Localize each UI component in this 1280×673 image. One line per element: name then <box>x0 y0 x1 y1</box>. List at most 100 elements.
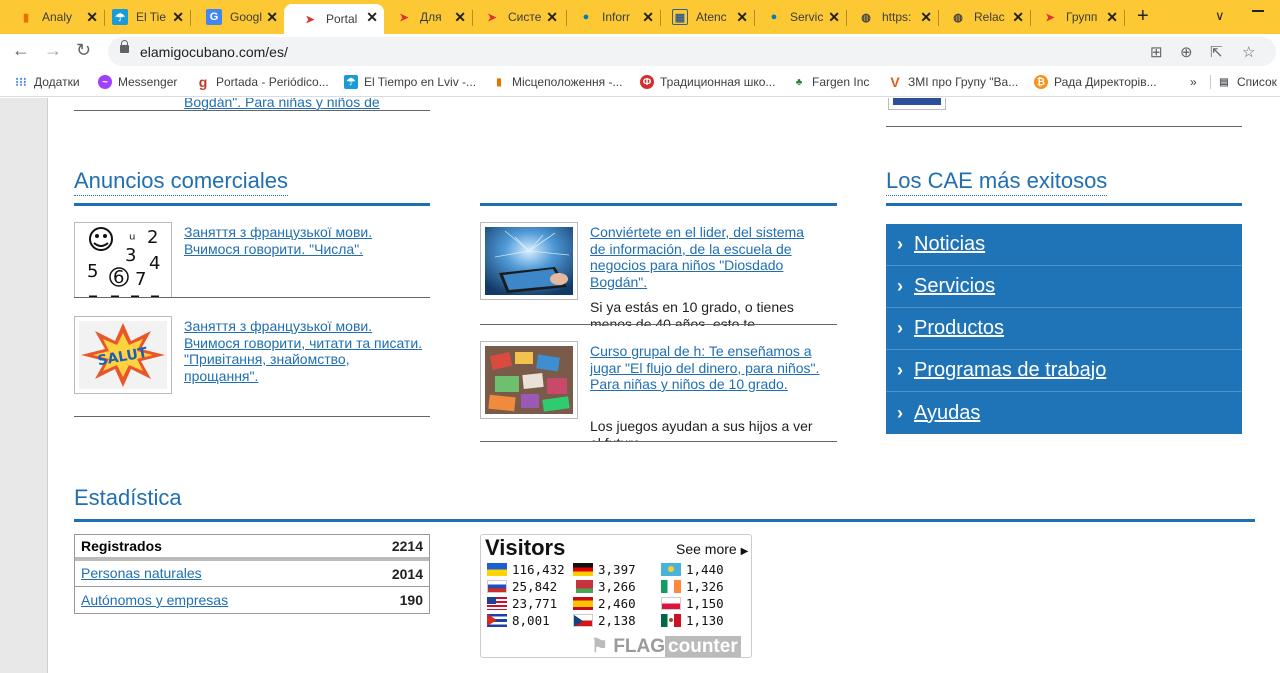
bookmark-el-tiempo[interactable]: ☂ El Tiempo en Lviv -... <box>344 75 476 89</box>
reload-icon[interactable]: ↻ <box>76 40 91 61</box>
close-icon[interactable]: ✕ <box>736 9 748 26</box>
section-rule <box>480 203 837 206</box>
apps-grid-icon: ⁝⁝⁝ <box>15 75 27 89</box>
prev-article-link[interactable]: Bogdán". Para niñas y niños de <box>184 98 380 111</box>
close-icon[interactable]: ✕ <box>642 9 654 26</box>
tab-google[interactable]: G Googl ✕ <box>188 4 284 30</box>
svg-text:4: 4 <box>149 253 160 274</box>
reading-list-icon: ▤ <box>1219 76 1229 88</box>
close-icon[interactable]: ✕ <box>1106 9 1118 26</box>
page-viewport: Bogdán". Para niñas y niños de Anuncios … <box>0 98 1280 673</box>
flag-counter-brand: ⚑ FLAG counter <box>591 635 741 658</box>
board-game-image <box>485 346 573 414</box>
globe-icon: ◍ <box>953 11 963 24</box>
url-text[interactable]: elamigocubano.com/es/ <box>140 44 288 60</box>
bookmark-fargen[interactable]: ♣ Fargen Inc <box>792 75 870 89</box>
close-icon[interactable]: ✕ <box>920 9 932 26</box>
play-triangle-icon: ▶ <box>740 546 749 557</box>
divider <box>480 441 837 442</box>
chevron-right-icon: › <box>897 360 903 380</box>
close-icon[interactable]: ✕ <box>366 9 378 26</box>
prev-thumbnail[interactable] <box>888 98 946 110</box>
tab-https[interactable]: ◍ https: ✕ <box>840 4 938 30</box>
close-icon[interactable]: ✕ <box>172 9 184 26</box>
svg-text:3: 3 <box>125 245 136 266</box>
flag-counter-widget[interactable]: Visitors See more ▶ 116,432 25,842 23,77… <box>480 534 752 658</box>
close-icon[interactable]: ✕ <box>828 9 840 26</box>
flag-counter-entry: 3,397 <box>573 562 636 577</box>
back-arrow-icon[interactable]: ← <box>12 40 30 61</box>
portal-logo-icon: ➤ <box>487 11 497 24</box>
menu-item-productos[interactable]: › Productos <box>886 308 1242 350</box>
cae-menu: › Noticias › Servicios › Productos › Pro… <box>886 224 1242 434</box>
bookmark-location[interactable]: ▮ Місцеположення -... <box>492 75 622 89</box>
ad-link-french-greetings[interactable]: Заняття з французької мови. Вчимося гово… <box>184 318 424 384</box>
chevron-right-icon: › <box>897 402 903 423</box>
tab-servicios[interactable]: ● Servic ✕ <box>748 4 846 30</box>
v-logo-icon: V <box>890 74 900 90</box>
bookmark-star-icon[interactable]: ☆ <box>1242 43 1255 61</box>
reading-list-button[interactable]: ▤ Список <box>1210 75 1277 89</box>
table-row: Autónomos y empresas 190 <box>81 591 423 608</box>
analytics-icon: ▮ <box>22 11 30 24</box>
drupal-icon: ● <box>582 11 590 23</box>
tab-search-chevron-icon[interactable]: ∨ <box>1215 8 1225 24</box>
tab-relacion[interactable]: ◍ Relac ✕ <box>932 4 1030 30</box>
zoom-icon[interactable]: ⊕ <box>1180 43 1193 61</box>
menu-item-ayudas[interactable]: › Ayudas <box>886 392 1242 434</box>
tab-analytics[interactable]: ▮ Analy ✕ <box>0 4 104 30</box>
bookmark-school[interactable]: Ф Традиционная шко... <box>640 75 775 89</box>
flag-counter-entry: 116,432 <box>487 562 565 577</box>
tab-portal[interactable]: ➤ Portal ✕ <box>284 4 384 34</box>
svg-text:5: 5 <box>87 261 98 282</box>
tab-gruppa[interactable]: ➤ Групп ✕ <box>1024 4 1124 30</box>
bookmark-rada[interactable]: ₿ Рада Директорів... <box>1034 75 1157 89</box>
menu-item-servicios[interactable]: › Servicios <box>886 266 1242 308</box>
ad-link-business-school[interactable]: Conviértete en el lider, del sistema de … <box>590 224 822 290</box>
divider <box>74 297 430 298</box>
tab-sistema[interactable]: ➤ Систе ✕ <box>466 4 564 30</box>
see-more-link[interactable]: See more ▶ <box>676 541 748 557</box>
minimize-button[interactable] <box>1252 10 1264 12</box>
menu-item-programas[interactable]: › Programas de trabajo <box>886 350 1242 392</box>
bookmark-portada[interactable]: g Portada - Periódico... <box>196 74 329 90</box>
forward-arrow-icon[interactable]: → <box>44 40 62 61</box>
ad-link-money-flow-game[interactable]: Curso grupal de h: Te enseñamos a jugar … <box>590 343 822 393</box>
bookmark-zmi[interactable]: V ЗМІ про Групу "Ва... <box>888 74 1018 90</box>
bookmarks-overflow-icon[interactable]: » <box>1190 75 1197 89</box>
bookmark-messenger[interactable]: ~ Messenger <box>98 75 177 89</box>
flag-counter-entry: 2,138 <box>573 613 636 628</box>
flag-counter-entry: 23,771 <box>487 596 557 611</box>
salut-thumbnail[interactable]: SALUT <box>74 316 172 394</box>
close-icon[interactable]: ✕ <box>1012 9 1024 26</box>
bookmarks-bar: ⁝⁝⁝ Додатки ~ Messenger g Portada - Peri… <box>0 69 1280 97</box>
address-bar[interactable]: elamigocubano.com/es/ ⊞ ⊕ ⇱ ☆ <box>108 37 1276 66</box>
numbers-thumbnail[interactable]: ᵘ 2 3 4 5 6 7 <box>74 222 172 298</box>
tab-el-tiempo[interactable]: ☂ El Tie ✕ <box>94 4 190 30</box>
flag-counter-entry: 2,460 <box>573 596 636 611</box>
tab-dlya[interactable]: ➤ Для ✕ <box>378 4 472 30</box>
bookmark-apps[interactable]: ⁝⁝⁝ Додатки <box>14 75 79 89</box>
ad-excerpt: Los juegos ayudan a sus hijos a ver el f… <box>590 418 813 442</box>
tab-informacion[interactable]: ● Inforr ✕ <box>560 4 660 30</box>
cuba-flag-icon <box>487 614 507 627</box>
close-icon[interactable]: ✕ <box>266 9 278 26</box>
phi-icon: Ф <box>640 75 654 89</box>
tablet-thumbnail[interactable] <box>480 222 578 300</box>
share-icon[interactable]: ⇱ <box>1210 43 1223 61</box>
menu-item-noticias[interactable]: › Noticias <box>886 224 1242 266</box>
section-rule <box>74 203 430 206</box>
numbers-image: ᵘ 2 3 4 5 6 7 <box>75 223 171 297</box>
ad-link-french-numbers[interactable]: Заняття з французької мови. Вчимося гово… <box>184 224 424 257</box>
section-title-anuncios: Anuncios comerciales <box>74 168 288 196</box>
tab-atencion[interactable]: ▦ Atenc ✕ <box>654 4 754 30</box>
portal-logo-icon: ➤ <box>305 13 315 26</box>
translate-icon[interactable]: ⊞ <box>1150 43 1163 61</box>
lock-icon[interactable] <box>120 40 129 53</box>
close-icon[interactable]: ✕ <box>454 9 466 26</box>
google-translate-icon: G <box>206 9 222 25</box>
close-icon[interactable]: ✕ <box>546 9 558 26</box>
globe-icon: ◍ <box>861 11 871 24</box>
board-game-thumbnail[interactable] <box>480 341 578 419</box>
new-tab-button[interactable]: + <box>1137 5 1149 28</box>
